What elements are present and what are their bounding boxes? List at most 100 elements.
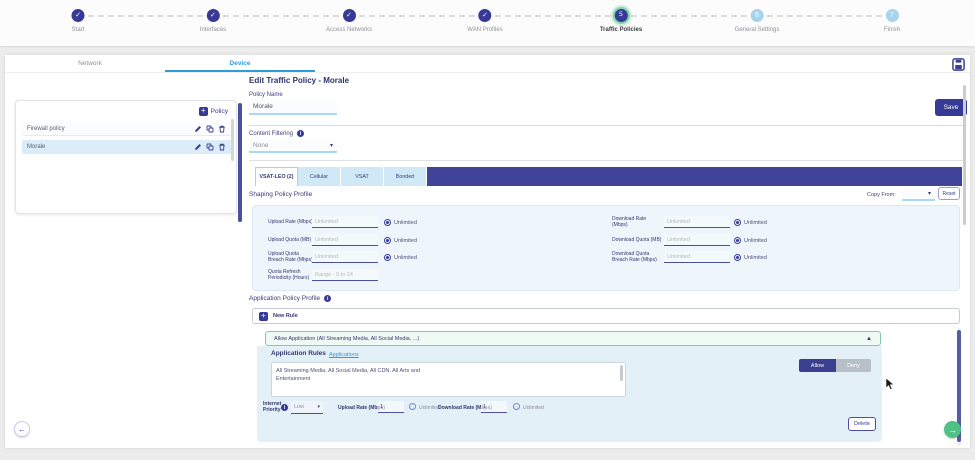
download-quota-input[interactable] <box>664 234 730 246</box>
content-filtering-value: None <box>253 142 269 149</box>
download-breach-rate-input[interactable] <box>664 251 730 263</box>
rule-header-text: Allow Application (All Streaming Media, … <box>274 336 419 342</box>
content-filtering-label: Content Filtering <box>249 131 293 137</box>
deny-toggle[interactable]: Deny <box>836 359 871 372</box>
step-access-networks[interactable]: ✓ Access Networks <box>326 0 372 33</box>
stepper-connector <box>223 15 339 17</box>
plus-icon: + <box>199 107 208 116</box>
shaping-title: Shaping Policy Profile <box>249 191 312 198</box>
internet-priority-select[interactable]: Low ▾ <box>291 401 323 414</box>
application-title-row: Application Policy Profile i <box>249 295 331 302</box>
rule-upload-rate-input[interactable] <box>378 401 404 413</box>
content-filtering-select[interactable]: None ▾ <box>249 139 337 153</box>
duplicate-policy-icon[interactable] <box>206 125 214 133</box>
wizard-stepper: ✓ Start ✓ Interfaces ✓ Access Networks ✓… <box>0 0 975 46</box>
copy-from-label: Copy From: <box>867 192 896 198</box>
step-number: 7 <box>885 9 898 22</box>
step-start[interactable]: ✓ Start <box>72 0 85 33</box>
delete-policy-icon[interactable] <box>218 143 226 151</box>
step-traffic-policies[interactable]: 5 Traffic Policies <box>600 0 642 33</box>
step-wan-profiles[interactable]: ✓ WAN Profiles <box>467 0 502 33</box>
back-button[interactable]: ← <box>14 421 30 437</box>
chevron-down-icon: ▾ <box>330 142 333 149</box>
internet-priority-value: Low <box>294 404 304 410</box>
info-icon[interactable]: i <box>281 404 288 411</box>
selected-applications-text: All Streaming Media, All Social Media, A… <box>276 367 451 384</box>
download-rate-input[interactable] <box>664 216 730 228</box>
upload-unlimited-radio[interactable] <box>409 403 416 410</box>
rule-download-rate-input[interactable] <box>481 401 507 413</box>
plus-icon: + <box>259 312 268 321</box>
delete-policy-icon[interactable] <box>218 125 226 133</box>
transport-tab-cellular[interactable]: Cellular <box>298 167 341 186</box>
copy-from-select[interactable]: ▾ <box>902 188 935 201</box>
textbox-scrollbar[interactable] <box>620 365 623 381</box>
unlimited-label: Unlimited <box>744 238 767 244</box>
check-icon: ✓ <box>478 9 491 22</box>
policy-list-scrollbar[interactable] <box>231 119 234 161</box>
field-label: Download Quota (MB) <box>612 233 662 247</box>
field-label: Download Quota Breach Rate (Mbps) <box>612 250 662 264</box>
unlimited-label: Unlimited <box>744 255 767 261</box>
transport-tab-vsat[interactable]: VSAT <box>341 167 384 186</box>
transport-tab-bonded[interactable]: Bonded <box>384 167 427 186</box>
step-finish[interactable]: 7 Finish <box>884 0 900 33</box>
info-icon[interactable]: i <box>297 130 304 137</box>
check-icon: ✓ <box>342 9 355 22</box>
download-breach-rate-row: Download Quota Breach Rate (Mbps) Unlimi… <box>253 250 959 266</box>
step-number: 5 <box>614 9 627 22</box>
unlimited-radio[interactable] <box>734 219 741 226</box>
step-label: General Settings <box>735 27 780 33</box>
info-icon[interactable]: i <box>324 295 331 302</box>
add-policy-button[interactable]: + Policy <box>199 107 228 116</box>
reset-button[interactable]: Reset <box>938 187 960 200</box>
next-button[interactable]: → <box>944 421 961 438</box>
allow-toggle[interactable]: Allow <box>799 359 836 372</box>
save-view-icon[interactable] <box>952 58 965 76</box>
policy-name: Morale <box>27 144 194 150</box>
step-label: Interfaces <box>200 27 226 33</box>
stepper-connector <box>359 15 475 17</box>
content-filtering-row: Content Filtering i <box>249 130 304 137</box>
stepper-connector <box>767 15 882 17</box>
arrow-left-icon: ← <box>18 425 26 434</box>
transport-tab-vsat-leo[interactable]: VSAT-LEO (2) <box>255 167 298 186</box>
new-rule-button[interactable]: + New Rule <box>252 308 960 324</box>
unlimited-radio[interactable] <box>734 254 741 261</box>
step-number: 6 <box>750 9 763 22</box>
shaping-profile-card: Upload Rate (Mbps) Unlimited Upload Quot… <box>252 205 960 291</box>
step-interfaces[interactable]: ✓ Interfaces <box>200 0 226 33</box>
selected-applications-box[interactable]: All Streaming Media, All Social Media, A… <box>271 362 626 397</box>
divider <box>249 125 965 126</box>
rule-header[interactable]: Allow Application (All Streaming Media, … <box>265 331 881 346</box>
policy-row-firewall[interactable]: Firewall policy <box>22 122 231 136</box>
chevron-down-icon: ▾ <box>317 404 320 410</box>
policy-row-morale[interactable]: Morale <box>22 140 231 154</box>
quota-refresh-input[interactable] <box>312 269 378 281</box>
policy-list-card: + Policy Firewall policy Morale <box>15 100 237 214</box>
step-general-settings[interactable]: 6 General Settings <box>735 0 780 33</box>
application-title: Application Policy Profile <box>249 295 320 302</box>
mouse-cursor <box>885 377 895 396</box>
page-title: Edit Traffic Policy - Morale <box>249 76 349 85</box>
collapse-icon[interactable]: ▲ <box>866 336 872 342</box>
download-unlimited-radio[interactable] <box>513 403 520 410</box>
arrow-right-icon: → <box>948 425 957 435</box>
stepper-connector <box>495 15 611 17</box>
editor-scrollbar[interactable] <box>963 85 966 225</box>
unlimited-radio[interactable] <box>734 237 741 244</box>
duplicate-policy-icon[interactable] <box>206 143 214 151</box>
edit-policy-icon[interactable] <box>194 143 202 151</box>
field-label: Quota Refresh Periodicity (Hours) <box>268 268 313 282</box>
tab-network[interactable]: Network <box>15 55 165 72</box>
left-column-scrollbar[interactable] <box>238 103 242 222</box>
chevron-down-icon: ▾ <box>928 190 931 197</box>
delete-rule-button[interactable]: Delete <box>848 417 876 431</box>
edit-policy-icon[interactable] <box>194 125 202 133</box>
unlimited-label: Unlimited <box>744 220 767 226</box>
applications-link[interactable]: Applications <box>329 352 359 358</box>
policy-name-input[interactable] <box>249 100 337 115</box>
check-icon: ✓ <box>206 9 219 22</box>
step-label: Traffic Policies <box>600 27 642 33</box>
main-panel: Network Device + Policy Firewall policy … <box>5 55 970 448</box>
